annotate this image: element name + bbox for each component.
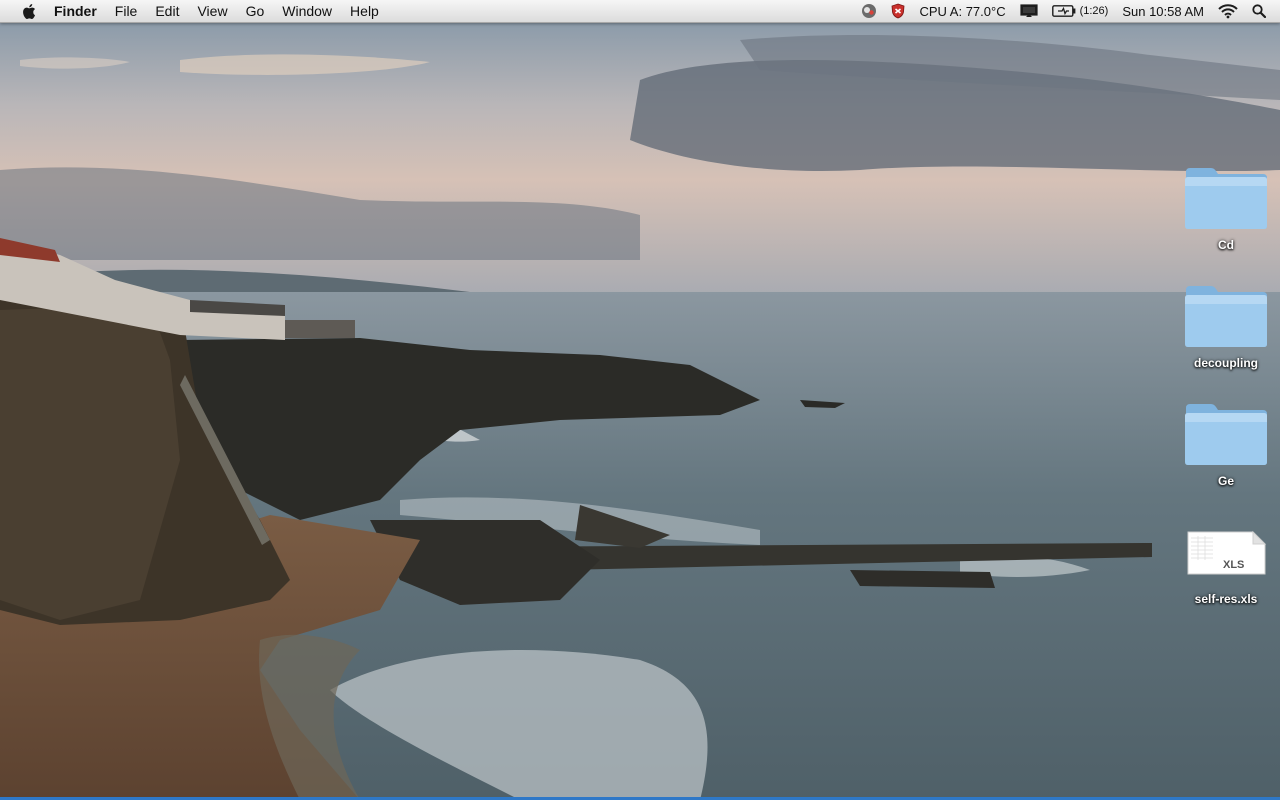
display-status[interactable] — [1013, 0, 1045, 22]
menu-help[interactable]: Help — [341, 0, 388, 22]
desktop-icon-label: Ge — [1217, 474, 1234, 488]
battery-status[interactable]: (1:26) — [1045, 0, 1116, 22]
spreadsheet-document-icon: XLS — [1187, 530, 1267, 575]
menu-view[interactable]: View — [188, 0, 236, 22]
cpu-temperature: CPU A: 77.0°C — [919, 3, 1006, 19]
battery-icon — [1051, 5, 1075, 17]
apple-logo-icon — [22, 3, 35, 19]
wifi-icon — [1218, 4, 1238, 19]
wifi-status[interactable] — [1211, 0, 1245, 22]
security-shield-icon — [892, 3, 905, 19]
folder-icon — [1185, 404, 1267, 465]
menu-file[interactable]: File — [106, 0, 147, 22]
clock-text: Sun 10:58 AM — [1122, 3, 1204, 19]
clock[interactable]: Sun 10:58 AM — [1115, 0, 1211, 22]
menu-window[interactable]: Window — [273, 0, 341, 22]
display-icon — [1019, 4, 1038, 17]
desktop-wallpaper — [0, 0, 1280, 800]
desktop-icon-label: decoupling — [1194, 356, 1258, 370]
menu-app-finder[interactable]: Finder — [52, 0, 106, 22]
cpu-temp-status[interactable]: CPU A: 77.0°C — [912, 0, 1012, 22]
spotlight-button[interactable] — [1245, 0, 1280, 22]
security-status[interactable] — [884, 0, 912, 22]
xls-badge: XLS — [1223, 559, 1244, 571]
menu-bar: Finder File Edit View Go Window Help CPU… — [0, 0, 1280, 23]
folder-icon — [1185, 168, 1267, 229]
menu-go[interactable]: Go — [237, 0, 274, 22]
battery-time-remaining: (1:26) — [1079, 5, 1109, 17]
desktop-icon-ge[interactable]: Ge — [1171, 396, 1280, 488]
desktop-icon-cd[interactable]: Cd — [1171, 160, 1280, 252]
menu-edit[interactable]: Edit — [146, 0, 188, 22]
desktop-icon-label: self-res.xls — [1194, 592, 1258, 606]
menu-bar-status: CPU A: 77.0°C (1:26) Sun 10:58 AM — [854, 0, 1280, 22]
gpu-activity-status[interactable] — [854, 0, 884, 22]
desktop-icon-self-res-xls[interactable]: XLS self-res.xls — [1171, 514, 1280, 606]
menu-bar-left: Finder File Edit View Go Window Help — [0, 0, 388, 22]
gpu-activity-icon — [862, 4, 877, 18]
desktop-icon-label: Cd — [1218, 238, 1234, 252]
apple-menu[interactable] — [18, 0, 38, 22]
desktop-icon-decoupling[interactable]: decoupling — [1171, 278, 1280, 370]
folder-icon — [1185, 286, 1267, 347]
spotlight-search-icon — [1252, 4, 1266, 18]
